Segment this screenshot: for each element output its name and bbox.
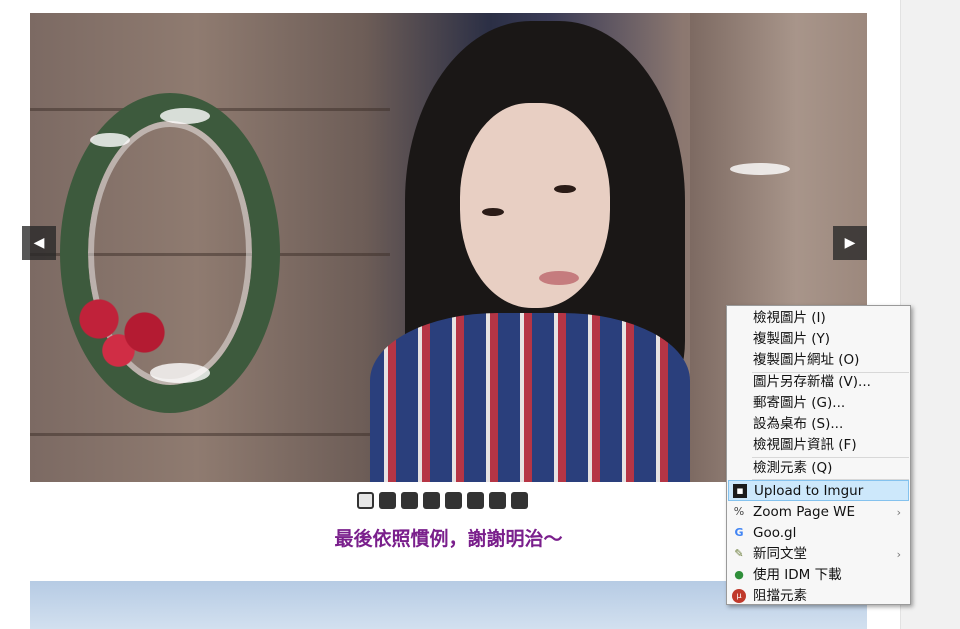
- snow: [90, 133, 130, 147]
- zoom-icon: %: [733, 505, 745, 518]
- menu-item-label: 圖片另存新檔 (V)...: [753, 374, 871, 390]
- carousel-dot[interactable]: [379, 492, 396, 509]
- menu-item-label: Upload to Imgur: [754, 483, 864, 499]
- imgur-icon: ▪: [733, 484, 747, 498]
- menu-inspect-element[interactable]: 檢測元素 (Q): [728, 458, 909, 479]
- menu-download-with-idm[interactable]: ● 使用 IDM 下載: [728, 565, 909, 586]
- snow: [160, 108, 210, 124]
- carousel-dot[interactable]: [445, 492, 462, 509]
- person-eye: [554, 185, 576, 193]
- carousel-dots: [357, 492, 528, 509]
- menu-item-label: 阻擋元素: [753, 588, 807, 604]
- menu-tongwen[interactable]: ✎ 新同文堂 ›: [728, 544, 909, 565]
- tongwen-icon: ✎: [734, 547, 744, 560]
- menu-set-as-wallpaper[interactable]: 設為桌布 (S)...: [728, 414, 909, 435]
- menu-copy-image-url[interactable]: 複製圖片網址 (O): [728, 350, 909, 371]
- menu-item-label: 設為桌布 (S)...: [753, 416, 844, 432]
- menu-block-element[interactable]: μ 阻擋元素: [728, 586, 909, 607]
- menu-copy-image[interactable]: 複製圖片 (Y): [728, 329, 909, 350]
- menu-item-label: 檢測元素 (Q): [753, 460, 833, 476]
- chevron-right-icon: ▶: [844, 235, 856, 251]
- menu-view-image[interactable]: 檢視圖片 (I): [728, 308, 909, 329]
- menu-item-label: 複製圖片 (Y): [753, 331, 831, 347]
- prev-slide-button[interactable]: ◀: [22, 226, 56, 260]
- idm-icon: ●: [734, 568, 744, 581]
- person-eye: [482, 208, 504, 216]
- wreath-berries: [60, 283, 190, 373]
- carousel-dot[interactable]: [357, 492, 374, 509]
- menu-item-label: 使用 IDM 下載: [753, 567, 842, 583]
- carousel-dot[interactable]: [401, 492, 418, 509]
- menu-item-label: Zoom Page WE: [753, 504, 856, 520]
- menu-view-image-info[interactable]: 檢視圖片資訊 (F): [728, 435, 909, 456]
- menu-item-label: 檢視圖片資訊 (F): [753, 437, 857, 453]
- person-lips: [539, 271, 579, 285]
- snow: [730, 163, 790, 175]
- submenu-arrow-icon: ›: [896, 506, 901, 519]
- menu-item-label: 檢視圖片 (I): [753, 310, 826, 326]
- carousel-dot[interactable]: [511, 492, 528, 509]
- carousel-dot[interactable]: [423, 492, 440, 509]
- context-menu: 檢視圖片 (I) 複製圖片 (Y) 複製圖片網址 (O) 圖片另存新檔 (V).…: [726, 305, 911, 605]
- google-icon: G: [734, 526, 744, 539]
- menu-goo-gl[interactable]: G Goo.gl: [728, 523, 909, 544]
- ublock-icon: μ: [732, 589, 746, 603]
- submenu-arrow-icon: ›: [896, 548, 901, 561]
- chevron-left-icon: ◀: [33, 235, 45, 251]
- next-slide-button[interactable]: ▶: [833, 226, 867, 260]
- carousel-dot[interactable]: [467, 492, 484, 509]
- snow: [150, 363, 210, 383]
- menu-item-label: Goo.gl: [753, 525, 797, 541]
- menu-upload-to-imgur[interactable]: ▪ Upload to Imgur: [728, 480, 909, 501]
- menu-save-image-as[interactable]: 圖片另存新檔 (V)...: [728, 372, 909, 393]
- knit-scarf: [370, 313, 690, 482]
- menu-zoom-page-we[interactable]: % Zoom Page WE ›: [728, 502, 909, 523]
- wood-plank: [30, 433, 390, 436]
- menu-item-label: 新同文堂: [753, 546, 807, 562]
- menu-email-image[interactable]: 郵寄圖片 (G)...: [728, 393, 909, 414]
- menu-item-label: 郵寄圖片 (G)...: [753, 395, 846, 411]
- menu-item-label: 複製圖片網址 (O): [753, 352, 860, 368]
- carousel-dot[interactable]: [489, 492, 506, 509]
- person-face: [460, 103, 610, 308]
